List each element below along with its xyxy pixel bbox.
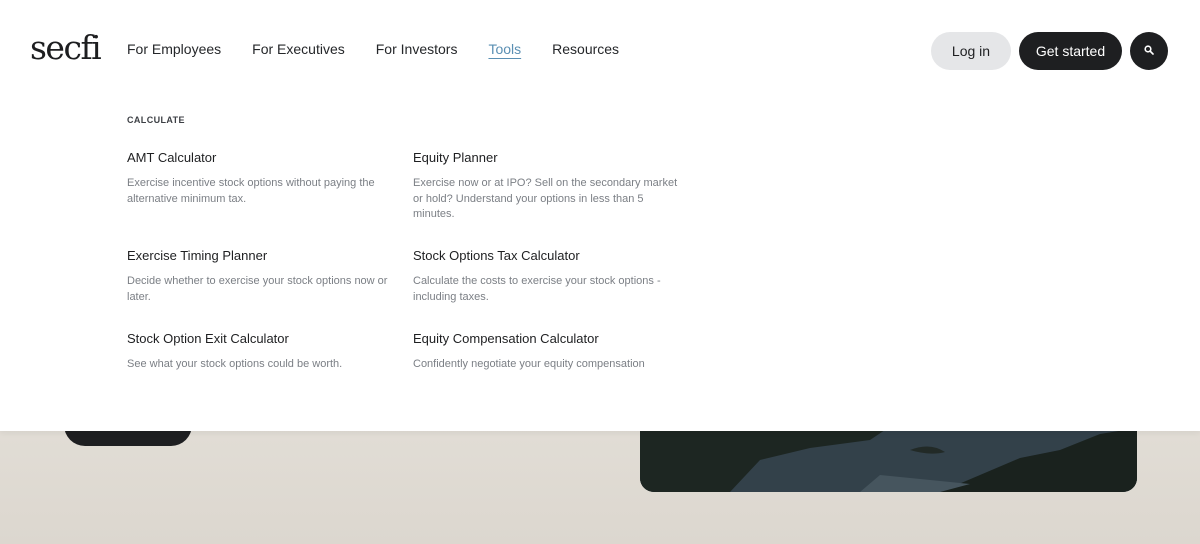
menu-item-stock-options-tax-calculator[interactable]: Stock Options Tax Calculator Calculate t… (413, 248, 683, 305)
menu-item-amt-calculator[interactable]: AMT Calculator Exercise incentive stock … (127, 150, 397, 207)
menu-item-title: Stock Options Tax Calculator (413, 248, 580, 263)
menu-item-description: Confidently negotiate your equity compen… (413, 358, 645, 370)
menu-item-description: Exercise incentive stock options without… (127, 177, 375, 205)
menu-item-stock-option-exit-calculator[interactable]: Stock Option Exit Calculator See what yo… (127, 331, 397, 373)
nav-item-resources[interactable]: Resources (552, 41, 619, 57)
search-icon (1144, 42, 1154, 60)
main-nav: For Employees For Executives For Investo… (127, 41, 650, 57)
menu-item-title: Equity Compensation Calculator (413, 331, 599, 346)
tools-mega-menu: secfi For Employees For Executives For I… (0, 0, 1200, 431)
nav-item-for-employees[interactable]: For Employees (127, 41, 221, 57)
calculate-section-label: CALCULATE (127, 115, 185, 125)
nav-item-for-executives[interactable]: For Executives (252, 41, 345, 57)
menu-item-title: AMT Calculator (127, 150, 217, 165)
menu-item-equity-compensation-calculator[interactable]: Equity Compensation Calculator Confident… (413, 331, 683, 373)
menu-item-exercise-timing-planner[interactable]: Exercise Timing Planner Decide whether t… (127, 248, 397, 305)
menu-item-description: See what your stock options could be wor… (127, 358, 343, 370)
menu-item-equity-planner[interactable]: Equity Planner Exercise now or at IPO? S… (413, 150, 683, 223)
menu-item-title: Equity Planner (413, 150, 498, 165)
get-started-button[interactable]: Get started (1019, 32, 1122, 70)
log-in-button[interactable]: Log in (931, 32, 1011, 70)
nav-item-for-investors[interactable]: For Investors (376, 41, 458, 57)
nav-item-tools[interactable]: Tools (488, 41, 521, 57)
menu-item-description: Decide whether to exercise your stock op… (127, 275, 388, 303)
top-navigation-bar: secfi For Employees For Executives For I… (0, 0, 1200, 100)
search-button[interactable] (1130, 32, 1168, 70)
menu-item-description: Calculate the costs to exercise your sto… (413, 275, 661, 303)
menu-item-title: Stock Option Exit Calculator (127, 331, 289, 346)
menu-item-description: Exercise now or at IPO? Sell on the seco… (413, 177, 678, 220)
secfi-logo[interactable]: secfi (30, 28, 102, 67)
menu-item-title: Exercise Timing Planner (127, 248, 268, 263)
